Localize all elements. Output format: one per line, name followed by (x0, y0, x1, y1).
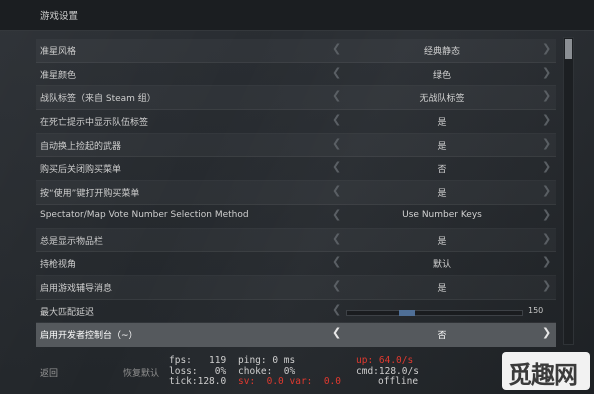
chevron-right-icon[interactable]: ❯ (542, 185, 551, 197)
chevron-left-icon[interactable]: ❮ (332, 66, 341, 79)
setting-row-developer-console[interactable]: 启用开发者控制台（~） ❮ 否 ❯ (36, 323, 556, 347)
slider-value: 150 (528, 305, 544, 315)
chevron-right-icon[interactable]: ❯ (542, 161, 551, 173)
chevron-right-icon[interactable]: ❯ (542, 90, 551, 102)
netgraph-sv: sv: 0.0 (238, 376, 284, 387)
chevron-right-icon[interactable]: ❯ (542, 114, 551, 126)
restore-defaults-button[interactable]: 恢复默认 (123, 366, 159, 379)
setting-row-always-show-inventory[interactable]: 总是显示物品栏 ❮ 是 ❯ (36, 229, 556, 253)
chevron-left-icon[interactable]: ❮ (332, 232, 341, 245)
setting-label: 启用开发者控制台（~） (40, 331, 138, 342)
netgraph-cmd: cmd:128.0/s (356, 365, 419, 377)
setting-label: Spectator/Map Vote Number Selection Meth… (40, 209, 249, 220)
chevron-left-icon[interactable]: ❮ (332, 327, 341, 339)
chevron-left-icon[interactable]: ❮ (332, 185, 341, 197)
chevron-left-icon[interactable]: ❮ (332, 137, 341, 150)
setting-row-crosshair-color[interactable]: 准星颜色 ❮ 绿色 ❯ (36, 63, 556, 87)
ping-slider[interactable] (346, 309, 523, 316)
netgraph-up: up: 64.0/s (356, 355, 414, 366)
netgraph-status: offline (378, 376, 419, 387)
setting-value: 否 (437, 331, 447, 342)
chevron-right-icon[interactable]: ❯ (542, 232, 551, 245)
chevron-left-icon[interactable]: ❮ (332, 208, 341, 221)
back-button[interactable]: 返回 (40, 366, 58, 379)
netgraph-ping: ping: 0 ms (238, 355, 296, 366)
watermark-logo: 觅趣网 (502, 352, 590, 390)
setting-label: 总是显示物品栏 (40, 236, 104, 247)
chevron-left-icon[interactable]: ❮ (332, 303, 341, 316)
setting-row-viewmodel[interactable]: 持枪视角 ❮ 默认 ❯ (36, 252, 556, 276)
page-title: 游戏设置 (40, 11, 79, 22)
setting-label: 准星颜色 (40, 70, 77, 81)
chevron-right-icon[interactable]: ❯ (542, 279, 551, 292)
setting-value: 绿色 (432, 70, 451, 81)
setting-value: 是 (437, 283, 447, 294)
settings-list: 准星风格 ❮ 经典静态 ❯ 准星颜色 ❮ 绿色 ❯ 战队标签（来自 Steam … (36, 39, 556, 347)
setting-value: 是 (437, 189, 447, 200)
chevron-right-icon[interactable]: ❯ (542, 327, 551, 339)
setting-value: 是 (437, 141, 447, 152)
setting-label: 购买后关闭购买菜单 (40, 165, 122, 176)
setting-value: Use Number Keys (402, 209, 482, 220)
chevron-right-icon[interactable]: ❯ (542, 256, 551, 268)
setting-row-auto-switch-weapon[interactable]: 自动换上捡起的武器 ❮ 是 ❯ (36, 134, 556, 158)
netgraph-col2: ping: 0 ms choke: 0% sv: 0.0 var: 0.0 (238, 355, 341, 388)
setting-label: 最大匹配延迟 (40, 307, 95, 318)
setting-label: 准星风格 (40, 47, 77, 57)
scrollbar-thumb[interactable] (565, 39, 572, 59)
setting-value: 是 (437, 118, 447, 129)
setting-row-spectator-vote-method[interactable]: Spectator/Map Vote Number Selection Meth… (36, 205, 556, 229)
setting-value: 否 (437, 165, 447, 176)
setting-label: 按“使用”键打开购买菜单 (40, 189, 140, 200)
watermark-text: 觅趣网 (508, 361, 578, 389)
setting-row-instructor-messages[interactable]: 启用游戏辅导消息 ❮ 是 ❯ (36, 276, 556, 300)
chevron-left-icon[interactable]: ❮ (332, 161, 341, 173)
setting-value: 无战队标签 (419, 94, 465, 105)
setting-row-clan-tag[interactable]: 战队标签（来自 Steam 组） ❮ 无战队标签 ❯ (36, 86, 556, 111)
chevron-left-icon[interactable]: ❮ (332, 43, 341, 55)
setting-value: 经典静态 (423, 47, 460, 57)
chevron-left-icon[interactable]: ❮ (332, 90, 341, 102)
netgraph-loss: loss: 0% (169, 365, 227, 377)
netgraph-choke: choke: 0% (238, 365, 296, 377)
setting-label: 战队标签（来自 Steam 组） (40, 94, 156, 105)
chevron-right-icon[interactable]: ❯ (542, 43, 551, 55)
setting-row-death-notice-tag[interactable]: 在死亡提示中显示队伍标签 ❮ 是 ❯ (36, 110, 556, 134)
netgraph-var: var: 0.0 (289, 376, 341, 387)
netgraph-col3: up: 64.0/s cmd:128.0/s offline (356, 355, 419, 388)
slider-thumb[interactable] (399, 309, 415, 316)
chevron-left-icon[interactable]: ❮ (332, 279, 341, 292)
setting-label: 启用游戏辅导消息 (40, 283, 113, 294)
setting-row-max-matchmaking-ping: 最大匹配延迟 ❮ 150 (36, 300, 556, 324)
scrollbar[interactable] (563, 37, 574, 345)
setting-value: 是 (437, 236, 447, 247)
chevron-left-icon[interactable]: ❮ (332, 256, 341, 268)
chevron-left-icon[interactable]: ❮ (332, 114, 341, 126)
setting-row-close-buy-menu[interactable]: 购买后关闭购买菜单 ❮ 否 ❯ (36, 157, 556, 182)
setting-label: 在死亡提示中显示队伍标签 (40, 118, 149, 129)
setting-value: 默认 (432, 260, 451, 271)
netgraph-tick: tick:128.0 (169, 376, 227, 387)
netgraph-col1: fps: 119 loss: 0% tick:128.0 (169, 355, 227, 388)
netgraph-fps: fps: 119 (169, 355, 227, 366)
chevron-right-icon[interactable]: ❯ (542, 137, 551, 150)
setting-row-use-opens-buy-menu[interactable]: 按“使用”键打开购买菜单 ❮ 是 ❯ (36, 181, 556, 205)
chevron-right-icon[interactable]: ❯ (542, 66, 551, 79)
setting-label: 持枪视角 (40, 260, 77, 271)
chevron-right-icon[interactable]: ❯ (542, 208, 551, 221)
title-bar: 游戏设置 (0, 0, 594, 31)
setting-label: 自动换上捡起的武器 (40, 141, 122, 152)
setting-row-crosshair-style[interactable]: 准星风格 ❮ 经典静态 ❯ (36, 39, 556, 63)
